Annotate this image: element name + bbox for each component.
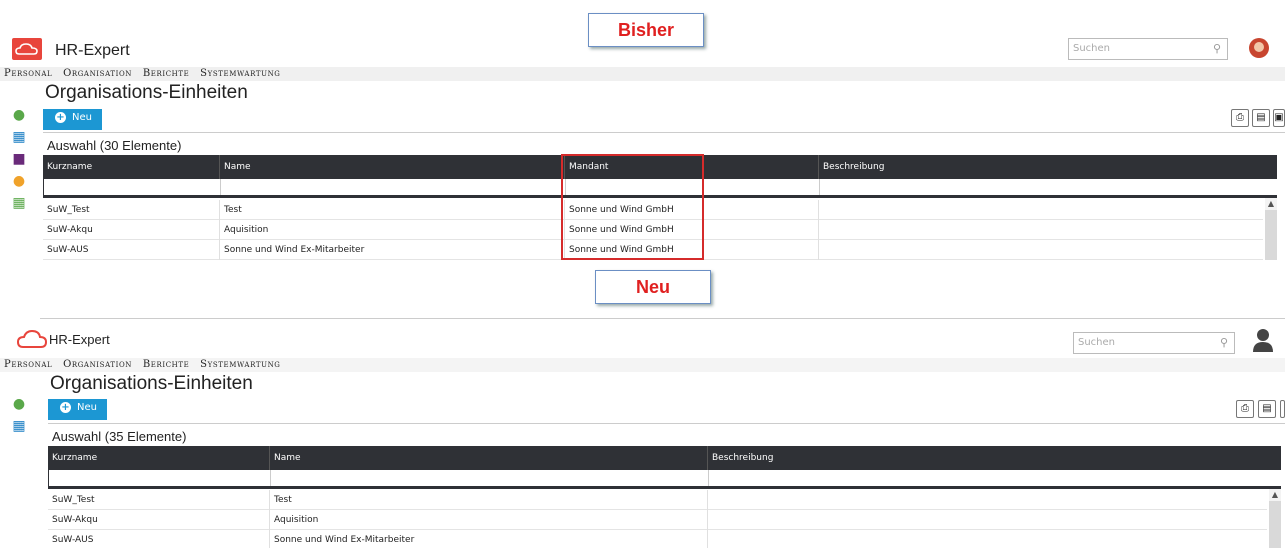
filter-kurzname[interactable] <box>49 470 271 486</box>
pdf-button[interactable]: ▤ <box>1252 109 1270 127</box>
col-name[interactable]: Name <box>220 155 565 179</box>
search-icon[interactable]: ⚲ <box>1213 42 1221 55</box>
avatar[interactable] <box>1252 328 1274 352</box>
sidebar: ● ▦ ■ ● ▦ <box>9 107 29 217</box>
new-button[interactable]: + Neu <box>43 109 102 130</box>
filter-beschreibung[interactable] <box>820 179 1264 195</box>
col-kurzname[interactable]: Kurzname <box>43 155 220 179</box>
divider <box>43 132 1285 133</box>
menu-organisation[interactable]: Organisation <box>63 68 132 79</box>
data-grid: Kurzname Name Beschreibung SuW_Test Test… <box>48 446 1281 548</box>
callout-neu: Neu <box>595 270 711 304</box>
table-row[interactable]: SuW-Akqu Aquisition <box>48 510 1267 530</box>
mandant-highlight <box>561 154 704 260</box>
menu-systemwartung[interactable]: Systemwartung <box>200 68 280 79</box>
new-button[interactable]: + Neu <box>48 399 107 420</box>
menu-systemwartung[interactable]: Systemwartung <box>200 359 280 370</box>
print-button[interactable]: ⎙ <box>1231 109 1249 127</box>
col-beschreibung[interactable]: Beschreibung <box>819 155 1277 179</box>
table-row[interactable]: SuW-AUS Sonne und Wind Ex-Mitarbeiter <box>48 530 1267 548</box>
selection-title: Auswahl (30 Elemente) <box>47 138 182 153</box>
search-input[interactable]: Suchen ⚲ <box>1073 332 1235 354</box>
group-icon[interactable]: ● <box>9 173 29 195</box>
cloud-logo-icon <box>12 38 42 60</box>
col-beschreibung[interactable]: Beschreibung <box>708 446 1281 470</box>
page-title: Organisations-Einheiten <box>45 82 248 103</box>
org-chart-icon[interactable]: ▦ <box>9 418 29 440</box>
plus-icon: + <box>60 402 71 413</box>
excel-button[interactable] <box>1280 400 1285 418</box>
org-chart-icon[interactable]: ▦ <box>9 129 29 151</box>
filter-row <box>48 470 1267 486</box>
grid-separator <box>48 486 1281 489</box>
scroll-up-icon[interactable]: ▲ <box>1269 489 1281 501</box>
col-name[interactable]: Name <box>270 446 708 470</box>
page-title: Organisations-Einheiten <box>50 373 253 394</box>
scrollbar[interactable]: ▲ <box>1265 198 1277 260</box>
pdf-button[interactable]: ▤ <box>1258 400 1276 418</box>
plus-icon: + <box>55 112 66 123</box>
menu-personal[interactable]: Personal <box>4 68 52 79</box>
person-icon[interactable]: ● <box>9 396 29 418</box>
app-title: HR-Expert <box>55 42 130 59</box>
filter-kurzname[interactable] <box>44 179 221 195</box>
scroll-up-icon[interactable]: ▲ <box>1265 198 1277 210</box>
main-menu: Personal Organisation Berichte Systemwar… <box>0 67 1285 81</box>
menu-berichte[interactable]: Berichte <box>143 68 190 79</box>
filter-name[interactable] <box>271 470 709 486</box>
menu-organisation[interactable]: Organisation <box>63 359 132 370</box>
cloud-logo-icon <box>16 329 48 348</box>
grid-header: Kurzname Name Beschreibung <box>48 446 1281 470</box>
app-title: HR-Expert <box>49 332 110 347</box>
selection-title: Auswahl (35 Elemente) <box>52 429 187 444</box>
menu-personal[interactable]: Personal <box>4 359 52 370</box>
briefcase-icon[interactable]: ■ <box>9 151 29 173</box>
old-panel: HR-Expert Suchen ⚲ Personal Organisation… <box>0 30 1285 260</box>
menu-berichte[interactable]: Berichte <box>143 359 190 370</box>
print-button[interactable]: ⎙ <box>1236 400 1254 418</box>
scrollbar[interactable]: ▲ <box>1269 489 1281 548</box>
search-input[interactable]: Suchen ⚲ <box>1068 38 1228 60</box>
excel-button[interactable]: ▣ <box>1273 109 1285 127</box>
search-icon[interactable]: ⚲ <box>1220 336 1228 349</box>
divider <box>48 423 1285 424</box>
calendar-icon[interactable]: ▦ <box>9 195 29 217</box>
filter-beschreibung[interactable] <box>709 470 1268 486</box>
sidebar: ● ▦ <box>9 396 29 440</box>
filter-name[interactable] <box>221 179 566 195</box>
table-row[interactable]: SuW_Test Test <box>48 490 1267 510</box>
avatar[interactable] <box>1249 37 1269 59</box>
new-panel: HR-Expert Suchen ⚲ Personal Organisation… <box>0 318 1285 548</box>
col-kurzname[interactable]: Kurzname <box>48 446 270 470</box>
main-menu: Personal Organisation Berichte Systemwar… <box>0 358 1285 372</box>
person-icon[interactable]: ● <box>9 107 29 129</box>
